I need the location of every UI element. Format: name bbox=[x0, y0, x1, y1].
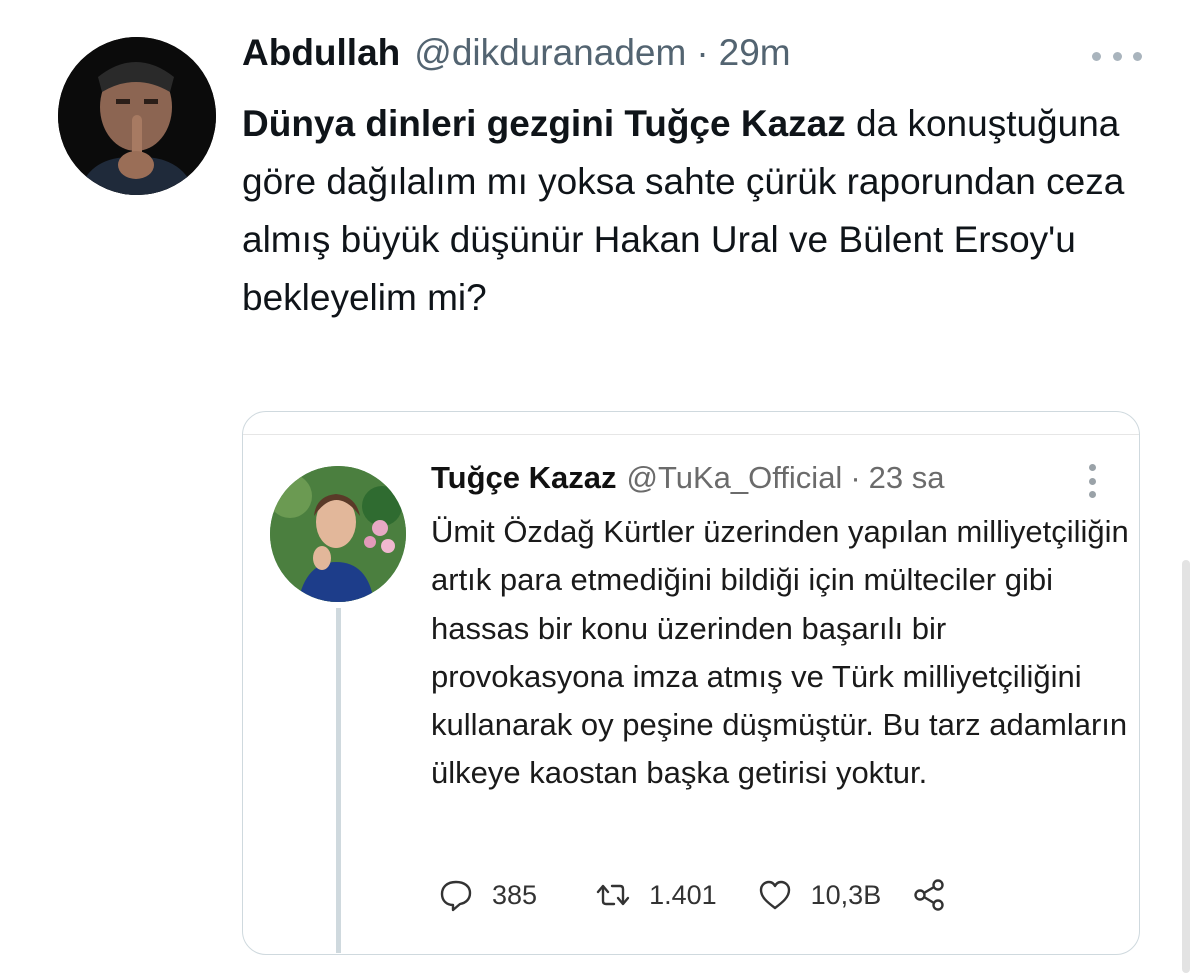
thread-line bbox=[336, 608, 341, 953]
quoted-author-name: Tuğçe Kazaz bbox=[431, 460, 617, 495]
tweet-header: Abdullah @dikduranadem · 29m bbox=[242, 32, 791, 84]
reply-action: 385 bbox=[438, 877, 537, 913]
quoted-avatar-image bbox=[270, 466, 406, 602]
reply-count: 385 bbox=[492, 879, 538, 910]
header-separator: · bbox=[696, 32, 709, 73]
retweet-count: 1.401 bbox=[649, 879, 717, 910]
quoted-action-bar: 385 1.401 10,3B bbox=[438, 872, 947, 918]
author-handle[interactable]: @dikduranadem bbox=[414, 32, 686, 74]
quoted-author-handle: @TuKa_Official bbox=[626, 460, 843, 495]
share-action bbox=[911, 877, 947, 913]
author-avatar-image bbox=[58, 37, 216, 195]
retweet-action: 1.401 bbox=[595, 877, 717, 913]
more-icon-dot bbox=[1088, 491, 1096, 498]
scrollbar[interactable] bbox=[1182, 560, 1190, 973]
more-options-button[interactable] bbox=[1092, 44, 1142, 68]
quoted-author-avatar bbox=[270, 466, 406, 602]
more-icon-dot bbox=[1092, 51, 1101, 61]
author-name[interactable]: Abdullah bbox=[242, 32, 400, 74]
like-count: 10,3B bbox=[810, 879, 882, 910]
author-avatar[interactable] bbox=[58, 37, 216, 195]
quoted-tweet-text: Ümit Özdağ Kürtler üzerinden yapılan mil… bbox=[431, 514, 1129, 791]
like-action: 10,3B bbox=[757, 877, 882, 913]
reply-icon bbox=[440, 880, 472, 912]
retweet-icon bbox=[596, 884, 630, 906]
more-icon-dot bbox=[1133, 51, 1142, 61]
quoted-more-icon bbox=[1086, 464, 1098, 498]
more-icon-dot bbox=[1088, 464, 1096, 471]
tweet-timestamp[interactable]: 29m bbox=[719, 32, 791, 74]
heart-icon bbox=[759, 880, 790, 910]
more-icon-dot bbox=[1088, 477, 1096, 485]
quoted-tweet-header: Tuğçe Kazaz @TuKa_Official · 23 sa bbox=[431, 460, 945, 506]
more-icon-dot bbox=[1112, 51, 1122, 61]
tweet-text-bold: Dünya dinleri gezgini Tuğçe Kazaz bbox=[242, 103, 846, 144]
quoted-header-separator: · bbox=[850, 460, 861, 495]
tweet-text: Dünya dinleri gezgini Tuğçe Kazaz da kon… bbox=[242, 95, 1142, 327]
share-icon bbox=[914, 879, 944, 911]
quoted-timestamp: 23 sa bbox=[868, 460, 945, 495]
